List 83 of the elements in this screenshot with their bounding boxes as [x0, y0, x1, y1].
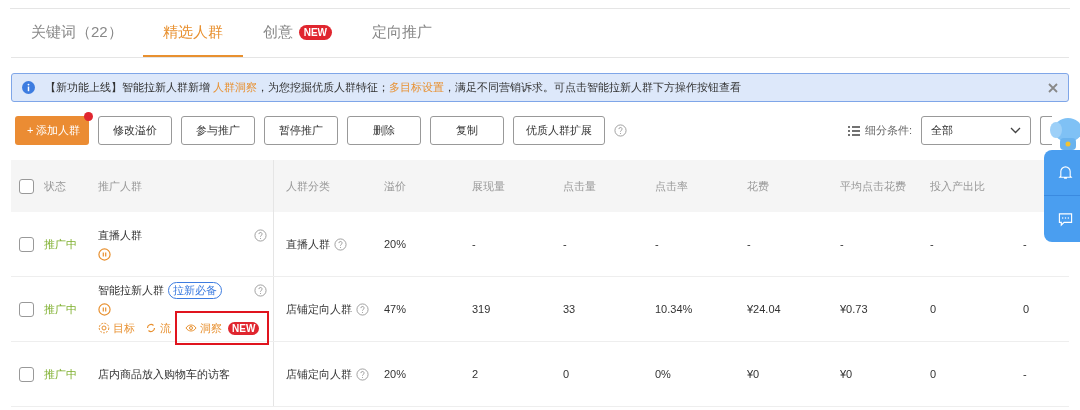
table-cell: 319: [472, 302, 491, 315]
table-cell: -: [563, 237, 567, 250]
help-icon[interactable]: [254, 283, 267, 297]
table-cell: ¥0: [840, 367, 853, 380]
table-cell: ¥0.73: [840, 302, 868, 315]
help-icon[interactable]: [334, 237, 347, 251]
gear-icon: [98, 322, 110, 334]
filter-label: 细分条件:: [864, 123, 912, 139]
table-cell: 20%: [384, 237, 407, 250]
action-link[interactable]: 目标: [98, 319, 135, 337]
table-cell: -: [747, 237, 751, 250]
status-text: 推广中: [44, 237, 77, 250]
help-icon[interactable]: [254, 229, 267, 242]
new-badge: NEW: [228, 321, 260, 335]
audience-name: 店内商品放入购物车的访客: [98, 366, 230, 382]
table-cell: 10.34%: [655, 302, 693, 315]
table-cell: -: [840, 237, 844, 250]
category-text: 店铺定向人群: [286, 366, 352, 382]
filter-select[interactable]: 全部: [921, 116, 1031, 145]
column-header: 人群分类: [286, 179, 330, 192]
table-cell: -: [655, 237, 659, 250]
checkbox[interactable]: [19, 178, 34, 194]
table-cell: 0%: [655, 367, 671, 380]
toolbar-button[interactable]: 暂停推广: [264, 116, 338, 145]
column-header: 溢价: [384, 179, 406, 192]
tab[interactable]: 创意 NEW: [242, 9, 353, 57]
help-icon[interactable]: [356, 302, 369, 316]
column-header: 推广人群: [98, 178, 142, 194]
tab[interactable]: 精选人群: [142, 9, 243, 57]
info-icon: [22, 81, 35, 94]
toolbar-button[interactable]: 参与推广: [181, 116, 255, 145]
status-text: 推广中: [44, 367, 77, 380]
table-cell: ¥24.04: [747, 302, 781, 315]
column-header: 平均点击花费: [840, 179, 906, 192]
checkbox[interactable]: [19, 236, 34, 252]
mascot-icon[interactable]: [1050, 116, 1080, 150]
table-cell: 0: [930, 302, 937, 315]
table-cell: 2: [472, 367, 479, 380]
checkbox[interactable]: [19, 301, 34, 317]
table-cell: 20%: [384, 367, 407, 380]
column-header: 花费: [747, 179, 769, 192]
table-cell: 33: [563, 302, 576, 315]
help-icon[interactable]: [614, 124, 627, 137]
audience-name: 直播人群: [98, 228, 142, 244]
table-cell: 0: [563, 367, 570, 380]
table-cell: 47%: [384, 302, 407, 315]
status-text: 推广中: [44, 302, 77, 315]
eye-icon: [185, 322, 197, 334]
bell-icon[interactable]: [1058, 165, 1073, 180]
audience-name: 智能拉新人群: [98, 283, 164, 298]
toolbar-button[interactable]: 修改溢价: [98, 116, 172, 145]
new-badge: NEW: [298, 24, 333, 40]
table-cell: 0: [930, 367, 937, 380]
notice-text: 【新功能上线】智能拉新人群新增 人群洞察，为您挖掘优质人群特征；多目标设置，满足不同营销诉求。可点击智能拉新人群下方操作按钮查看: [45, 80, 743, 96]
category-text: 直播人群: [286, 236, 330, 252]
chat-icon[interactable]: [1058, 211, 1073, 227]
chevron-down-icon: [1010, 127, 1021, 134]
column-header: 投入产出比: [930, 179, 985, 192]
column-header: 点击率: [655, 179, 688, 192]
table-cell: -: [930, 237, 934, 250]
checkbox[interactable]: [19, 366, 34, 382]
table-cell: -: [1023, 367, 1027, 380]
close-icon[interactable]: [1048, 82, 1058, 93]
column-header: 状态: [44, 179, 66, 192]
cycle-icon: [145, 322, 157, 334]
table-cell: -: [472, 237, 476, 250]
table-cell: ¥0: [747, 367, 760, 380]
category-text: 店铺定向人群: [286, 301, 352, 317]
pause-icon[interactable]: [98, 247, 111, 261]
pause-icon[interactable]: [98, 302, 111, 316]
list-icon: [847, 125, 860, 136]
toolbar-button[interactable]: 删除: [347, 116, 421, 145]
column-header: 点击量: [563, 179, 596, 192]
action-link[interactable]: 洞察 NEW: [185, 319, 260, 337]
table-cell: -: [1023, 237, 1027, 250]
tab[interactable]: 关键词（22）: [11, 9, 143, 57]
toolbar-button[interactable]: 优质人群扩展: [513, 116, 605, 145]
table-cell: 0: [1023, 302, 1030, 315]
help-icon[interactable]: [356, 367, 369, 381]
tab[interactable]: 定向推广: [352, 9, 453, 57]
column-header: 展现量: [472, 179, 505, 192]
action-link[interactable]: 流: [145, 319, 171, 337]
toolbar-button[interactable]: 复制: [430, 116, 504, 145]
